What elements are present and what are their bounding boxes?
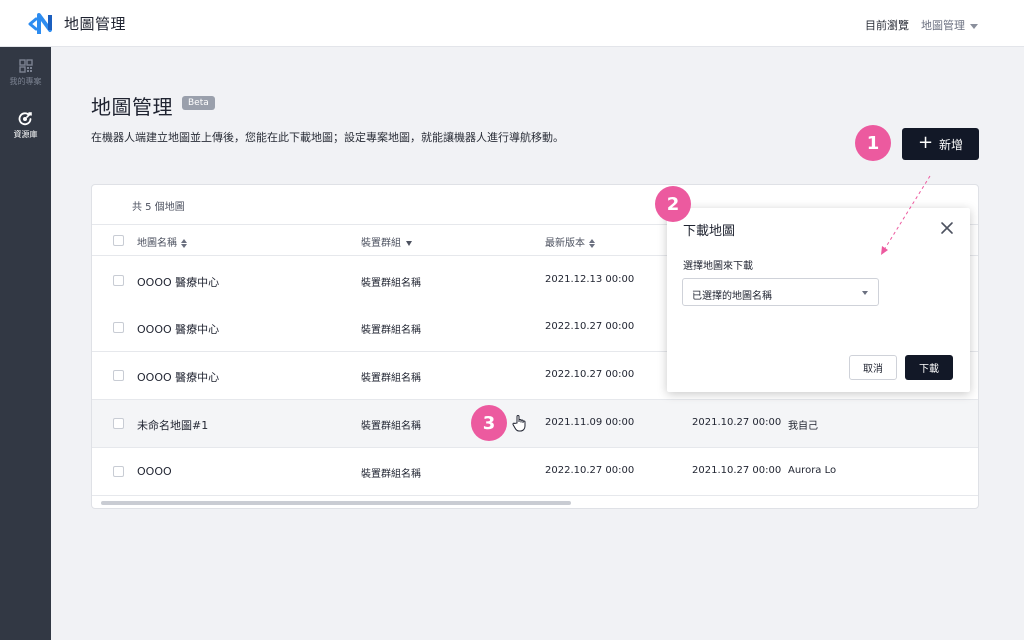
- sidebar-item-resources[interactable]: 資源庫: [0, 111, 51, 140]
- sidebar-item-label: 我的專案: [9, 77, 42, 86]
- nav-map-menu[interactable]: 地圖管理: [921, 17, 978, 33]
- modal-title: 下載地圖: [683, 224, 736, 239]
- row-checkbox[interactable]: [113, 370, 124, 381]
- logo-icon[interactable]: [27, 11, 57, 37]
- page-title: 地圖管理: [91, 95, 173, 119]
- device-group: 裝置群組名稱: [361, 469, 421, 480]
- app-title: 地圖管理: [64, 15, 127, 33]
- chevron-down-icon: [862, 291, 868, 295]
- sidebar-item-label: 資源庫: [13, 130, 38, 139]
- column-header-label: 最新版本: [545, 238, 585, 249]
- device-group: 裝置群組名稱: [361, 373, 421, 384]
- scrollbar-thumb[interactable]: [101, 501, 571, 505]
- add-button-label: 新增: [939, 137, 964, 152]
- owner: Aurora Lo: [788, 465, 837, 476]
- map-select-label: 選擇地圖來下載: [683, 261, 753, 272]
- nav-map-menu-label: 地圖管理: [921, 19, 965, 32]
- map-name: OOOO 醫療中心: [137, 371, 220, 384]
- latest-version: 2022.10.27 00:00: [545, 369, 635, 380]
- map-name: OOOO 醫療中心: [137, 323, 220, 336]
- latest-version: 2022.10.27 00:00: [545, 465, 635, 476]
- row-checkbox[interactable]: [113, 275, 124, 286]
- add-map-button[interactable]: + 新增: [902, 128, 979, 160]
- select-all-checkbox[interactable]: [113, 235, 124, 246]
- horizontal-scrollbar[interactable]: [92, 497, 978, 508]
- table-row[interactable]: 未命名地圖#1 裝置群組名稱 2021.11.09 00:00 2021.10.…: [92, 400, 978, 448]
- latest-version: 2021.11.09 00:00: [545, 417, 635, 428]
- callout-badge-2: 2: [655, 186, 691, 222]
- download-map-modal: 下載地圖 選擇地圖來下載 已選擇的地圖名稱 取消 下載: [667, 208, 970, 392]
- device-group: 裝置群組名稱: [361, 421, 421, 432]
- callout-badge-1: 1: [855, 125, 891, 161]
- column-header-label: 裝置群組: [361, 238, 401, 249]
- updated-time: 2021.10.27 00:00: [692, 465, 782, 476]
- device-group: 裝置群組名稱: [361, 278, 421, 289]
- table-row[interactable]: OOOO 裝置群組名稱 2022.10.27 00:00 2021.10.27 …: [92, 448, 978, 496]
- latest-version: 2021.12.13 00:00: [545, 274, 635, 285]
- sidebar-item-my-projects[interactable]: 我的專案: [0, 59, 51, 87]
- row-checkbox[interactable]: [113, 322, 124, 333]
- device-group: 裝置群組名稱: [361, 325, 421, 336]
- cancel-button[interactable]: 取消: [849, 355, 897, 380]
- page-description: 在機器人端建立地圖並上傳後，您能在此下載地圖；設定專案地圖，就能讓機器人進行導航…: [91, 131, 564, 144]
- nav-current-label: 目前瀏覽: [865, 19, 909, 32]
- top-nav: 目前瀏覽 地圖管理: [865, 17, 978, 33]
- sort-icon: [589, 238, 596, 248]
- download-button[interactable]: 下載: [905, 355, 953, 380]
- plus-icon: +: [917, 132, 934, 153]
- map-select-value: 已選擇的地圖名稱: [692, 291, 772, 302]
- row-checkbox[interactable]: [113, 418, 124, 429]
- latest-version: 2022.10.27 00:00: [545, 321, 635, 332]
- beta-badge: Beta: [182, 96, 215, 110]
- sort-icon: [181, 238, 188, 248]
- filter-dropdown-icon: [406, 240, 412, 246]
- map-name: 未命名地圖#1: [137, 419, 209, 432]
- map-count: 共 5 個地圖: [132, 202, 185, 213]
- chevron-down-icon: [970, 23, 978, 29]
- column-header-name[interactable]: 地圖名稱: [137, 234, 188, 249]
- column-header-label: 地圖名稱: [137, 238, 177, 249]
- column-header-group[interactable]: 裝置群組: [361, 234, 412, 249]
- resource-icon: [18, 112, 32, 126]
- top-bar: 地圖管理 目前瀏覽 地圖管理: [0, 0, 1024, 47]
- row-checkbox[interactable]: [113, 466, 124, 477]
- grid-icon: [18, 59, 33, 73]
- hand-cursor-icon: [512, 415, 526, 432]
- owner: 我自己: [788, 421, 818, 432]
- map-name: OOOO: [137, 465, 172, 478]
- callout-badge-3: 3: [471, 405, 507, 441]
- updated-time: 2021.10.27 00:00: [692, 417, 782, 428]
- map-select[interactable]: 已選擇的地圖名稱: [682, 278, 879, 306]
- sidebar: 我的專案 資源庫: [0, 47, 51, 640]
- close-icon[interactable]: [939, 220, 955, 236]
- column-header-version[interactable]: 最新版本: [545, 234, 596, 249]
- map-name: OOOO 醫療中心: [137, 276, 220, 289]
